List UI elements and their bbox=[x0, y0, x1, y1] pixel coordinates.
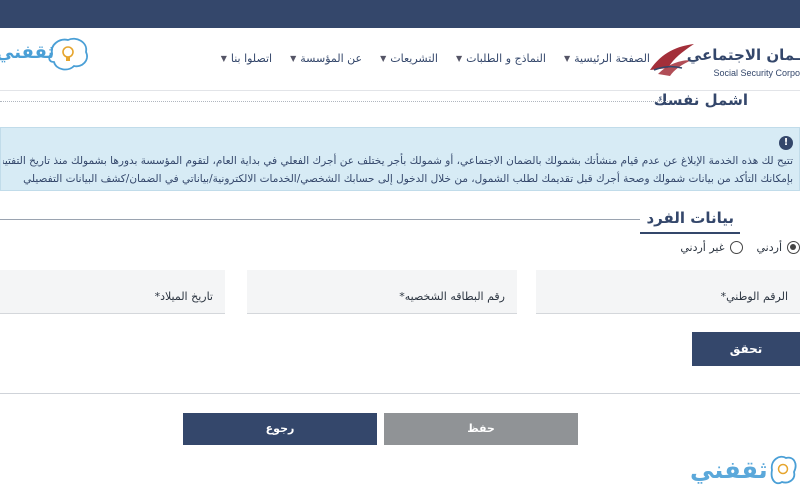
page-title-row: اشمل نفسك bbox=[0, 91, 800, 111]
radio-label: غير أردني bbox=[680, 241, 725, 254]
chevron-down-icon: ▼ bbox=[290, 54, 297, 63]
radio-jordanian[interactable]: أردني bbox=[757, 241, 800, 254]
logo-arabic-text: ـمان الاجتماعي bbox=[686, 46, 800, 64]
info-line-2: بإمكانك التأكد من بيانات شمولك وصحة أجرك… bbox=[23, 173, 793, 185]
ssc-logo[interactable]: ـمان الاجتماعي Social Security Corpo bbox=[650, 38, 800, 86]
site-header: ـمان الاجتماعي Social Security Corpo الص… bbox=[0, 28, 800, 90]
nav-item-label: النماذج و الطلبات bbox=[466, 52, 546, 65]
page-title: اشمل نفسك bbox=[653, 91, 748, 109]
id-card-field[interactable]: رقم البطاقه الشخصيه* bbox=[247, 270, 517, 314]
info-line-1: تتيح لك هذه الخدمة الإبلاغ عن عدم قيام م… bbox=[3, 155, 793, 167]
chevron-down-icon: ▼ bbox=[220, 54, 227, 63]
nav-item-label: التشريعات bbox=[390, 52, 438, 65]
section-underline bbox=[640, 232, 740, 234]
nationality-radio-group: أردني غير أردني bbox=[680, 241, 800, 254]
logo-english-text: Social Security Corpo bbox=[713, 68, 800, 78]
nav-item-legislation[interactable]: التشريعات ▼ bbox=[380, 52, 438, 65]
main-nav: الصفحة الرئيسية ▼ النماذج و الطلبات ▼ ال… bbox=[221, 52, 650, 65]
birth-date-field[interactable]: تاريخ الميلاد* bbox=[0, 270, 225, 314]
section-title: بيانات الفرد bbox=[646, 209, 734, 227]
info-text: تتيح لك هذه الخدمة الإبلاغ عن عدم قيام م… bbox=[3, 152, 793, 188]
nav-item-about[interactable]: عن المؤسسة ▼ bbox=[290, 52, 362, 65]
chevron-down-icon: ▼ bbox=[380, 54, 387, 63]
nav-item-home[interactable]: الصفحة الرئيسية ▼ bbox=[564, 52, 650, 65]
chevron-down-icon: ▼ bbox=[563, 54, 571, 63]
national-id-label: الرقم الوطني* bbox=[720, 290, 788, 303]
radio-button-checked[interactable] bbox=[787, 241, 800, 254]
radio-non-jordanian[interactable]: غير أردني bbox=[680, 241, 743, 254]
top-bar bbox=[0, 0, 800, 28]
national-id-field[interactable]: الرقم الوطني* bbox=[536, 270, 800, 314]
chevron-down-icon: ▼ bbox=[455, 54, 463, 63]
page-title-line bbox=[0, 101, 670, 102]
nav-item-label: الصفحة الرئيسية bbox=[574, 52, 650, 65]
lightbulb-icon bbox=[48, 37, 88, 71]
section-line bbox=[0, 219, 640, 220]
section-header: بيانات الفرد bbox=[0, 207, 800, 234]
lightbulb-icon bbox=[770, 455, 797, 485]
watermark-text: ثقفني bbox=[690, 456, 768, 484]
brand-left: ثقفني bbox=[0, 37, 88, 71]
id-card-label: رقم البطاقه الشخصيه* bbox=[399, 290, 505, 303]
birth-date-label: تاريخ الميلاد* bbox=[154, 290, 213, 303]
radio-label: أردني bbox=[756, 241, 783, 254]
info-alert: ! تتيح لك هذه الخدمة الإبلاغ عن عدم قيام… bbox=[0, 127, 800, 191]
save-button[interactable]: حفظ bbox=[384, 413, 578, 445]
nav-item-label: عن المؤسسة bbox=[300, 52, 363, 65]
info-icon: ! bbox=[779, 136, 793, 150]
form-divider bbox=[0, 393, 800, 394]
nav-item-label: اتصلوا بنا bbox=[230, 52, 273, 65]
nav-item-forms[interactable]: النماذج و الطلبات ▼ bbox=[456, 52, 546, 65]
back-button[interactable]: رجوع bbox=[183, 413, 377, 445]
nav-item-contact[interactable]: اتصلوا بنا ▼ bbox=[221, 52, 272, 65]
verify-button[interactable]: تحقق bbox=[692, 332, 800, 366]
radio-button[interactable] bbox=[729, 241, 743, 254]
watermark-logo: ثقفني bbox=[690, 450, 800, 494]
